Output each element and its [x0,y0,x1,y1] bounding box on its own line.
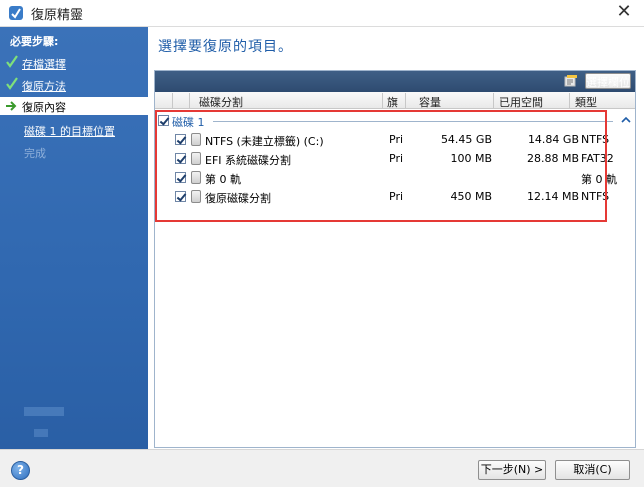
app-icon [9,6,23,20]
sidebar-step-recovery-method[interactable]: 復原方法 [0,76,148,94]
column-used[interactable]: 已用空間 [499,94,543,110]
partition-name: EFI 系統磁碟分割 [205,154,292,167]
column-separator [172,93,173,108]
footer-bar: ? 下一步(N) > 取消(C) [0,449,644,487]
next-button[interactable]: 下一步(N) > [478,460,546,480]
column-separator [189,93,190,108]
column-separator [569,93,570,108]
sidebar-faded-item [24,407,64,416]
page-prompt: 選擇要復原的項目。 [158,39,293,55]
partition-checkbox[interactable] [175,191,186,202]
partition-icon [191,133,201,146]
partition-name: 復原磁碟分割 [205,192,271,205]
disk-group-row: 磁碟 1 [155,114,635,129]
sidebar-step-recovery-content[interactable]: 復原內容 [0,97,148,115]
partition-capacity: 100 MB [450,152,492,165]
partition-type: 第 0 軌 [581,173,617,186]
disk-group-label: 磁碟 1 [172,116,205,129]
partition-icon [191,171,201,184]
arrow-right-icon [6,101,17,111]
partition-used: 12.14 MB [526,190,579,203]
column-flag[interactable]: 旗 [387,94,398,110]
sidebar-step-finish: 完成 [0,143,148,161]
partition-capacity: 450 MB [450,190,492,203]
partition-used: 28.88 MB [526,152,579,165]
partition-checkbox[interactable] [175,172,186,183]
partition-list: 選擇欄位 磁碟分割 旗 容量 已用空間 類型 磁碟 1 NTFS (未建立標籤)… [154,70,636,448]
partition-icon [191,190,201,203]
check-icon [6,77,18,90]
select-columns-button[interactable]: 選擇欄位 [585,73,631,89]
column-header: 磁碟分割 旗 容量 已用空間 類型 [155,92,635,109]
partition-flag: Pri [389,133,404,146]
partition-flag: Pri [389,152,404,165]
sidebar-faded-item [34,429,48,437]
table-row[interactable]: NTFS (未建立標籤) (C:) Pri 54.45 GB 14.84 GB … [155,132,635,148]
column-type[interactable]: 類型 [575,94,597,110]
sidebar-heading: 必要步驟: [10,35,59,48]
partition-icon [191,152,201,165]
cancel-button[interactable]: 取消(C) [555,460,630,480]
close-icon[interactable]: ✕ [612,1,636,23]
partition-used: 14.84 GB [527,133,579,146]
main-panel: 選擇要復原的項目。 選擇欄位 磁碟分割 旗 容量 已用空間 類型 磁碟 1 NT… [148,27,644,449]
table-row[interactable]: 復原磁碟分割 Pri 450 MB 12.14 MB NTFS [155,189,635,205]
sidebar-step-archive-selection[interactable]: 存檔選擇 [0,54,148,72]
column-separator [405,93,406,108]
list-toolbar: 選擇欄位 [155,71,635,92]
sidebar-step-label: 存檔選擇 [22,58,66,71]
sidebar-step-label: 復原方法 [22,80,66,93]
partition-type: FAT32 [581,152,614,165]
column-separator [493,93,494,108]
partition-name: 第 0 軌 [205,173,241,186]
column-capacity[interactable]: 容量 [419,94,441,110]
table-row[interactable]: 第 0 軌 第 0 軌 [155,170,635,186]
partition-capacity: 54.45 GB [440,133,492,146]
title-bar: 復原精靈 ✕ [0,0,644,27]
partition-checkbox[interactable] [175,153,186,164]
sidebar-step-label: 磁碟 1 的目標位置 [24,125,115,138]
partition-flag: Pri [389,190,404,203]
partition-type: NTFS [581,133,610,146]
table-row[interactable]: EFI 系統磁碟分割 Pri 100 MB 28.88 MB FAT32 [155,151,635,167]
partition-type: NTFS [581,190,610,203]
partition-name: NTFS (未建立標籤) (C:) [205,135,324,148]
sidebar-step-label: 完成 [24,147,46,160]
disk-checkbox[interactable] [158,115,169,126]
chevron-up-icon[interactable] [621,115,631,125]
check-icon [6,55,18,68]
help-icon[interactable]: ? [11,461,30,480]
sidebar-step-disk1-destination[interactable]: 磁碟 1 的目標位置 [0,121,148,139]
sidebar: 必要步驟: 存檔選擇 復原方法 復原內容 磁碟 1 的目標位置 完成 [0,27,148,449]
column-separator [382,93,383,108]
column-partition[interactable]: 磁碟分割 [199,94,243,110]
partition-checkbox[interactable] [175,134,186,145]
window-title: 復原精靈 [31,8,84,23]
group-divider [213,121,613,122]
select-columns-icon [564,75,577,87]
sidebar-step-label: 復原內容 [22,101,66,114]
